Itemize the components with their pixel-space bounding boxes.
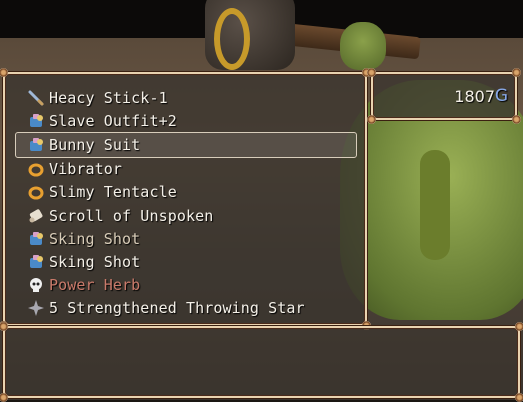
orc-strap (420, 150, 450, 260)
corner-ornament (0, 68, 8, 77)
skull-icon (27, 276, 45, 294)
item-row[interactable]: Heacy Stick-1 (17, 86, 357, 109)
star-icon (27, 299, 45, 317)
item-row[interactable]: 5 Strengthened Throwing Star (17, 297, 357, 320)
item-name: 5 Strengthened Throwing Star (49, 299, 305, 318)
item-name: Bunny Suit (49, 135, 141, 154)
outfit-icon (27, 112, 45, 130)
item-name: Sking Shot (49, 229, 141, 248)
item-name: Scroll of Unspoken (49, 206, 214, 225)
corner-ornament (515, 393, 523, 402)
item-row[interactable]: Slimy Tentacle (17, 181, 357, 204)
item-name: Sking Shot (49, 252, 141, 271)
item-name: Power Herb (49, 276, 141, 295)
item-row[interactable]: Power Herb (17, 274, 357, 297)
gold-amount: 1807 (454, 87, 495, 106)
item-row[interactable]: Slave Outfit+2 (17, 109, 357, 132)
scroll-icon (27, 207, 45, 225)
corner-ornament (515, 322, 523, 331)
stick-icon (27, 89, 45, 107)
corner-ornament (367, 115, 376, 124)
outfit-icon (27, 136, 45, 154)
item-name: Heacy Stick-1 (49, 88, 168, 107)
corner-ornament (367, 68, 376, 77)
help-window (0, 322, 523, 402)
item-row[interactable]: Scroll of Unspoken (17, 204, 357, 227)
orc-enemy-head (340, 22, 386, 70)
outfit-icon (27, 253, 45, 271)
gold-window: 1807 G (367, 68, 521, 124)
item-name: Slimy Tentacle (49, 183, 177, 202)
item-row[interactable]: Bunny Suit (15, 132, 357, 158)
item-window: Heacy Stick-1 Slave Outfit+2 Bunny Suit Vib… (0, 68, 371, 330)
item-row[interactable]: Sking Shot (17, 227, 357, 250)
corner-ornament (0, 393, 8, 402)
item-name: Vibrator (49, 160, 123, 179)
item-name: Slave Outfit+2 (49, 111, 177, 130)
corner-ornament (512, 115, 521, 124)
item-row[interactable]: Vibrator (17, 158, 357, 181)
item-row[interactable]: Sking Shot (17, 250, 357, 273)
hammer-ring (214, 8, 250, 70)
ring-icon (27, 183, 45, 201)
outfit-icon (27, 230, 45, 248)
ring-icon (27, 160, 45, 178)
item-list: Heacy Stick-1 Slave Outfit+2 Bunny Suit Vib… (15, 86, 357, 320)
corner-ornament (512, 68, 521, 77)
corner-ornament (0, 322, 8, 331)
gold-unit: G (494, 86, 508, 106)
